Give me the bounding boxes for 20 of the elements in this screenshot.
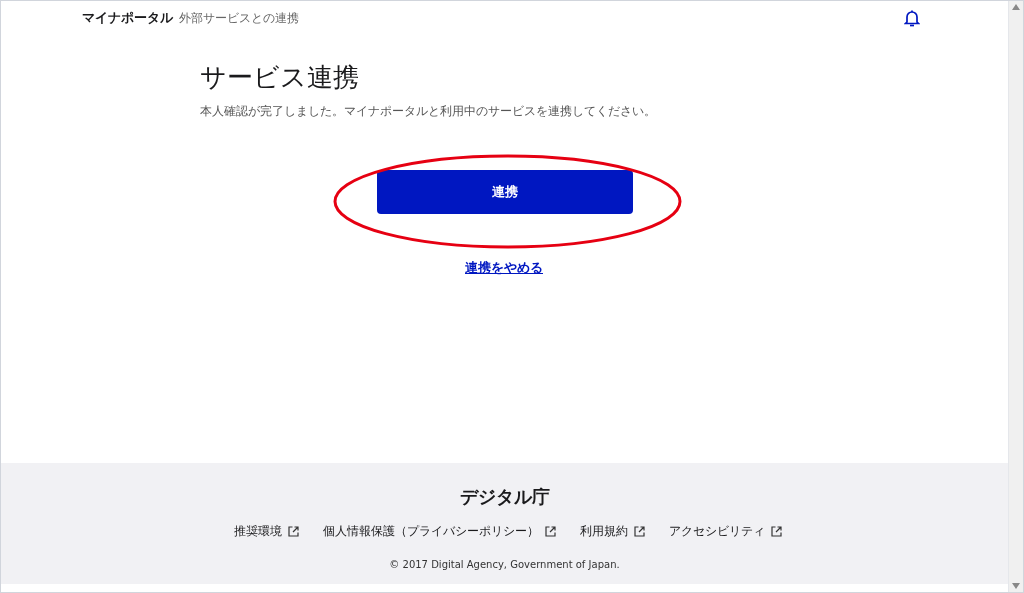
cancel-link[interactable]: 連携をやめる — [465, 258, 543, 278]
external-link-icon — [633, 525, 645, 537]
copyright-text: © 2017 Digital Agency, Government of Japan. — [389, 558, 620, 572]
page-subtitle: 外部サービスとの連携 — [179, 10, 299, 27]
scrollbar[interactable] — [1008, 1, 1023, 592]
footer-link[interactable]: 推奨環境 — [233, 522, 299, 540]
page-title: サービス連携 — [200, 61, 360, 94]
notification-bell-icon[interactable] — [904, 9, 920, 27]
link-service-button[interactable]: 連携 — [377, 170, 633, 214]
footer-link[interactable]: アクセシビリティ — [668, 522, 782, 540]
scroll-down-icon[interactable] — [1012, 583, 1020, 589]
footer-link[interactable]: 利用規約 — [579, 522, 645, 540]
scroll-up-icon[interactable] — [1012, 4, 1020, 10]
external-link-icon — [287, 525, 299, 537]
description-text: 本人確認が完了しました。マイナポータルと利用中のサービスを連携してください。 — [200, 103, 657, 120]
site-logo[interactable]: マイナポータル — [82, 8, 173, 28]
agency-logo: デジタル庁 — [459, 485, 550, 509]
external-link-icon — [544, 525, 556, 537]
footer-link[interactable]: 個人情報保護（プライバシーポリシー） — [322, 522, 556, 540]
external-link-icon — [770, 525, 782, 537]
